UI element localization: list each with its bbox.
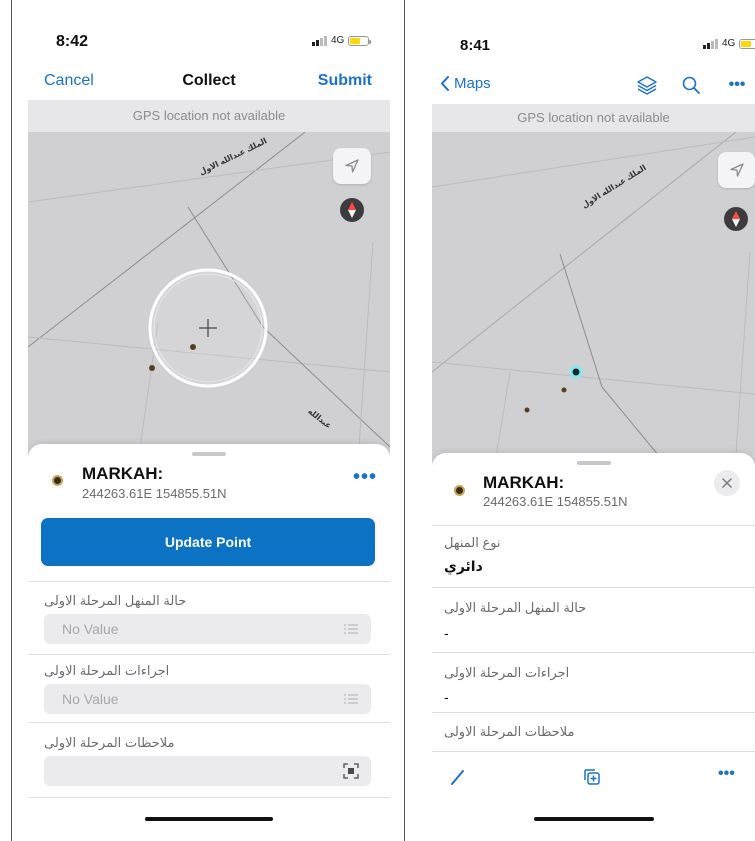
collect-screen: 8:42 4G Cancel Collect Submit GPS locati…: [28, 0, 390, 833]
divider: [28, 722, 390, 723]
search-icon: [682, 76, 700, 94]
status-bar: 8:41 4G: [432, 0, 755, 65]
attribute-label-notes: ملاحظات المرحلة الاولى: [444, 724, 575, 739]
attribute-value-status: -: [444, 625, 449, 641]
pencil-icon: [451, 770, 464, 785]
toolbar-more-button[interactable]: •••: [718, 765, 735, 783]
actions-field[interactable]: No Value: [44, 684, 371, 714]
list-icon: [344, 624, 358, 634]
status-bar: 8:42 4G: [28, 0, 390, 65]
location-arrow-icon: [345, 159, 359, 173]
compass-button[interactable]: [340, 198, 364, 222]
home-indicator: [145, 817, 273, 821]
home-indicator: [533, 817, 654, 821]
attribute-label-status: حالة المنهل المرحلة الاولى: [444, 600, 587, 615]
more-button[interactable]: •••: [353, 466, 377, 489]
status-icons: 4G: [703, 38, 755, 49]
more-icon: •••: [718, 765, 735, 782]
search-button[interactable]: [678, 72, 704, 98]
layers-icon: [637, 76, 657, 95]
status-time: 8:41: [460, 37, 491, 54]
chevron-left-icon: [441, 76, 449, 91]
feature-title: MARKAH:: [483, 473, 565, 492]
feature-coordinates: 244263.61E 154855.51N: [82, 486, 227, 501]
update-point-button[interactable]: Update Point: [41, 518, 375, 566]
feature-symbol: [52, 475, 63, 486]
attribute-value-actions: -: [444, 689, 449, 705]
field-label-actions: اجراءات المرحلة الاولى: [44, 663, 170, 678]
submit-button[interactable]: Submit: [318, 72, 372, 90]
compass-icon: [732, 211, 740, 227]
status-time: 8:42: [56, 33, 89, 50]
close-button[interactable]: [714, 470, 740, 496]
more-icon: •••: [728, 76, 746, 93]
divider: [432, 751, 755, 752]
divider: [28, 654, 390, 655]
battery-icon: [348, 35, 372, 46]
feature-sheet: MARKAH: 244263.61E 154855.51N ••• Update…: [28, 444, 390, 833]
attribute-label-type: نوع المنهل: [444, 535, 501, 550]
map-view[interactable]: الملك عبدالله الاول عبدالله: [28, 132, 390, 462]
locate-button[interactable]: [333, 148, 371, 184]
attribute-label-actions: اجراءات المرحلة الاولى: [444, 665, 570, 680]
sheet-grabber[interactable]: [576, 461, 611, 465]
gps-status-banner: GPS location not available: [28, 100, 390, 132]
divider: [28, 581, 390, 582]
field-label-notes: ملاحظات المرحلة الاولى: [44, 735, 175, 750]
more-button[interactable]: •••: [724, 72, 750, 98]
page-divider: [404, 0, 405, 841]
copy-add-icon: [584, 769, 600, 785]
divider: [432, 525, 755, 526]
nav-bar: Cancel Collect Submit: [28, 65, 390, 100]
divider: [432, 652, 755, 653]
compass-button[interactable]: [724, 207, 748, 231]
actions-field-placeholder: No Value: [62, 691, 119, 707]
back-to-maps-button[interactable]: Maps: [440, 75, 491, 92]
location-arrow-icon: [729, 163, 744, 177]
edit-button[interactable]: [448, 767, 472, 791]
battery-icon: [739, 38, 755, 49]
scan-icon[interactable]: [343, 763, 359, 779]
status-field[interactable]: No Value: [44, 614, 371, 644]
feature-symbol: [454, 485, 465, 496]
bottom-toolbar: •••: [432, 755, 755, 805]
field-label-status: حالة المنهل المرحلة الاولى: [44, 593, 187, 608]
notes-field[interactable]: [44, 756, 371, 786]
nav-bar: Maps •••: [432, 65, 755, 100]
signal-icon: [703, 38, 718, 49]
maps-screen: 8:41 4G Maps ••• GPS location not availa…: [432, 0, 755, 833]
divider: [28, 797, 390, 798]
compass-icon: [348, 202, 356, 218]
feature-popup: MARKAH: 244263.61E 154855.51N نوع المنهل…: [432, 453, 755, 833]
close-icon: [722, 478, 732, 488]
signal-icon: [312, 35, 327, 46]
feature-coordinates: 244263.61E 154855.51N: [483, 494, 628, 509]
attribute-value-type: دائري: [444, 558, 483, 574]
list-icon: [344, 694, 358, 704]
map-view[interactable]: الملك عبدالله الاول: [432, 132, 755, 482]
status-icons: 4G: [312, 35, 372, 46]
network-type: 4G: [331, 35, 345, 46]
copy-feature-button[interactable]: [582, 767, 606, 791]
more-icon: •••: [353, 466, 378, 488]
map-streets: [432, 132, 755, 482]
gps-status-banner: GPS location not available: [432, 104, 755, 132]
feature-title: MARKAH:: [82, 464, 164, 483]
page-border-left: [11, 0, 12, 841]
status-field-placeholder: No Value: [62, 621, 119, 637]
locate-button[interactable]: [718, 152, 755, 188]
layers-button[interactable]: [634, 72, 660, 98]
divider: [432, 587, 755, 588]
sheet-grabber[interactable]: [192, 452, 226, 456]
divider: [432, 712, 755, 713]
back-label: Maps: [454, 75, 491, 92]
network-type: 4G: [722, 38, 736, 49]
